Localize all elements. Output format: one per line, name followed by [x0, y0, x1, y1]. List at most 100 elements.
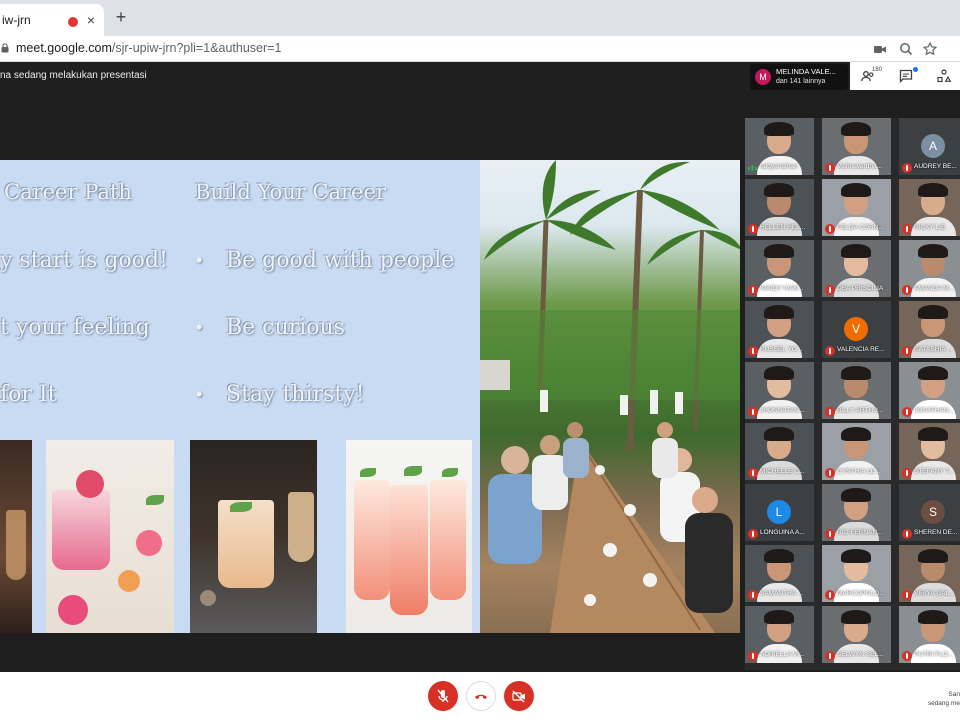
garden-dinner-photo: [480, 160, 740, 633]
url-text[interactable]: meet.google.com/sjr-upiw-jrn?pli=1&authu…: [16, 41, 281, 55]
slide-left-item: for It: [0, 382, 57, 407]
new-tab-button[interactable]: +: [112, 8, 130, 26]
participant-hair: [841, 244, 871, 258]
participant-grid: raldyonathan Vishnuvardha... A AUDREY BE...…: [745, 118, 960, 670]
mic-muted-icon: [902, 529, 912, 539]
camera-toggle-button[interactable]: [504, 681, 534, 711]
chat-icon[interactable]: [898, 68, 914, 84]
participant-tile[interactable]: SAMANTHA ...: [745, 545, 814, 602]
participant-name: DEA PRISCILIA: [837, 285, 884, 292]
participant-hair: [764, 305, 794, 319]
flower-garnish: [58, 595, 88, 625]
leave-call-button[interactable]: [466, 681, 496, 711]
mic-muted-icon: [825, 407, 835, 417]
participant-name: HELLEN HEL...: [760, 224, 806, 231]
presenting-status: na sedang melakukan presentasi: [0, 70, 147, 81]
participant-tile[interactable]: WINDY IVAN...: [745, 240, 814, 297]
avatar: A: [921, 134, 945, 158]
stone-decoration: [200, 590, 216, 606]
participant-hair: [841, 549, 871, 563]
mic-muted-icon: [825, 529, 835, 539]
participant-tile[interactable]: FELDA CORN...: [822, 179, 891, 236]
leaf-garnish: [360, 468, 376, 477]
browser-tab[interactable]: iw-jrn ×: [0, 4, 104, 36]
participant-tile[interactable]: DEA PRISCILIA: [822, 240, 891, 297]
participant-tile[interactable]: PUTRI FLO...: [899, 606, 960, 663]
participant-tile[interactable]: JHONNATAN...: [745, 362, 814, 419]
participant-hair: [841, 488, 871, 502]
participant-tile[interactable]: S SHEREN DE...: [899, 484, 960, 541]
participant-name: CYNTHIA LE...: [837, 468, 881, 475]
participant-name: BILLY ARTHU...: [837, 407, 884, 414]
participant-name: STEFANY T...: [914, 468, 954, 475]
participant-tile[interactable]: A AUDREY BE...: [899, 118, 960, 175]
mic-toggle-button[interactable]: [428, 681, 458, 711]
participant-name: LONGUINA A...: [760, 529, 805, 536]
slide-bullet: •: [196, 250, 203, 270]
chat-unread-dot: [913, 67, 918, 72]
participant-tile[interactable]: SELWYN SEL...: [822, 606, 891, 663]
address-bar[interactable]: meet.google.com/sjr-upiw-jrn?pli=1&authu…: [0, 36, 960, 62]
drink-glass: [52, 490, 110, 570]
participant-tile[interactable]: MICHELLE C...: [745, 423, 814, 480]
participant-hair: [764, 427, 794, 441]
participant-tile[interactable]: CYNTHIA LE...: [822, 423, 891, 480]
avatar: M: [755, 69, 771, 85]
camera-icon[interactable]: [872, 41, 888, 57]
slide-right-item: Be good with people: [226, 248, 455, 273]
url-path: /sjr-upiw-jrn?pli=1&authuser=1: [111, 41, 282, 55]
hang-up-icon: [475, 694, 487, 699]
participant-hair: [918, 610, 948, 624]
participant-tile[interactable]: ADRIELLA VI...: [745, 606, 814, 663]
participant-tile[interactable]: RICKY LIE: [899, 179, 960, 236]
browser-tabstrip: iw-jrn × +: [0, 0, 960, 36]
mic-muted-icon: [825, 163, 835, 173]
mic-muted-icon: [748, 346, 758, 356]
slide-right-item: Be curious: [226, 315, 345, 340]
activities-icon[interactable]: [936, 68, 952, 84]
presenter-note-line: sedang me: [927, 700, 960, 707]
avatar: S: [921, 500, 945, 524]
participant-tile[interactable]: AMANDA M...: [899, 240, 960, 297]
participant-tile[interactable]: STEFANY T...: [899, 423, 960, 480]
participant-tile[interactable]: RUSSEL YO...: [745, 301, 814, 358]
participant-name: AMANDA M...: [914, 285, 955, 292]
mic-muted-icon: [902, 163, 912, 173]
slide-right-item: Stay thirsty!: [226, 382, 365, 407]
participant-hair: [764, 610, 794, 624]
mic-muted-icon: [748, 285, 758, 295]
participant-hair: [841, 366, 871, 380]
participant-hair: [918, 366, 948, 380]
tab-close-icon[interactable]: ×: [84, 12, 98, 28]
participant-hair: [764, 244, 794, 258]
avatar: L: [767, 500, 791, 524]
garden-scene: [480, 160, 740, 633]
leaf-garnish: [404, 466, 422, 476]
zoom-icon[interactable]: [898, 41, 914, 57]
participant-tile[interactable]: VIRIYA GAL...: [899, 545, 960, 602]
mic-muted-icon: [902, 346, 912, 356]
participant-tile[interactable]: BILLY ARTHU...: [822, 362, 891, 419]
participant-name: JONATHAN...: [914, 407, 954, 414]
mic-muted-icon: [748, 590, 758, 600]
participant-tile[interactable]: raldyonathan: [745, 118, 814, 175]
participant-tile[interactable]: V VALENCIA RE...: [822, 301, 891, 358]
slide-bullet: •: [196, 317, 203, 337]
participant-tile[interactable]: MARCOPOLO...: [822, 545, 891, 602]
participant-hair: [918, 305, 948, 319]
participant-tile[interactable]: Vishnuvardha...: [822, 118, 891, 175]
participant-tile[interactable]: HELLEN HEL...: [745, 179, 814, 236]
call-controls: San sedang me: [0, 672, 960, 720]
participant-tile[interactable]: L LONGUINA A...: [745, 484, 814, 541]
slide-left-title: Career Path: [4, 180, 132, 204]
participant-tile[interactable]: NATASHIA ...: [899, 301, 960, 358]
participant-tile[interactable]: RIO FERNAN...: [822, 484, 891, 541]
drink-photo: [46, 440, 174, 633]
recording-indicator-icon: [68, 17, 78, 27]
participant-tile[interactable]: JONATHAN...: [899, 362, 960, 419]
bookmark-star-icon[interactable]: [922, 41, 938, 57]
flower-garnish: [76, 470, 104, 498]
mic-muted-icon: [825, 590, 835, 600]
mic-muted-icon: [902, 224, 912, 234]
pinned-participant[interactable]: M MELINDA VALE... dan 141 lainnya: [750, 64, 848, 90]
